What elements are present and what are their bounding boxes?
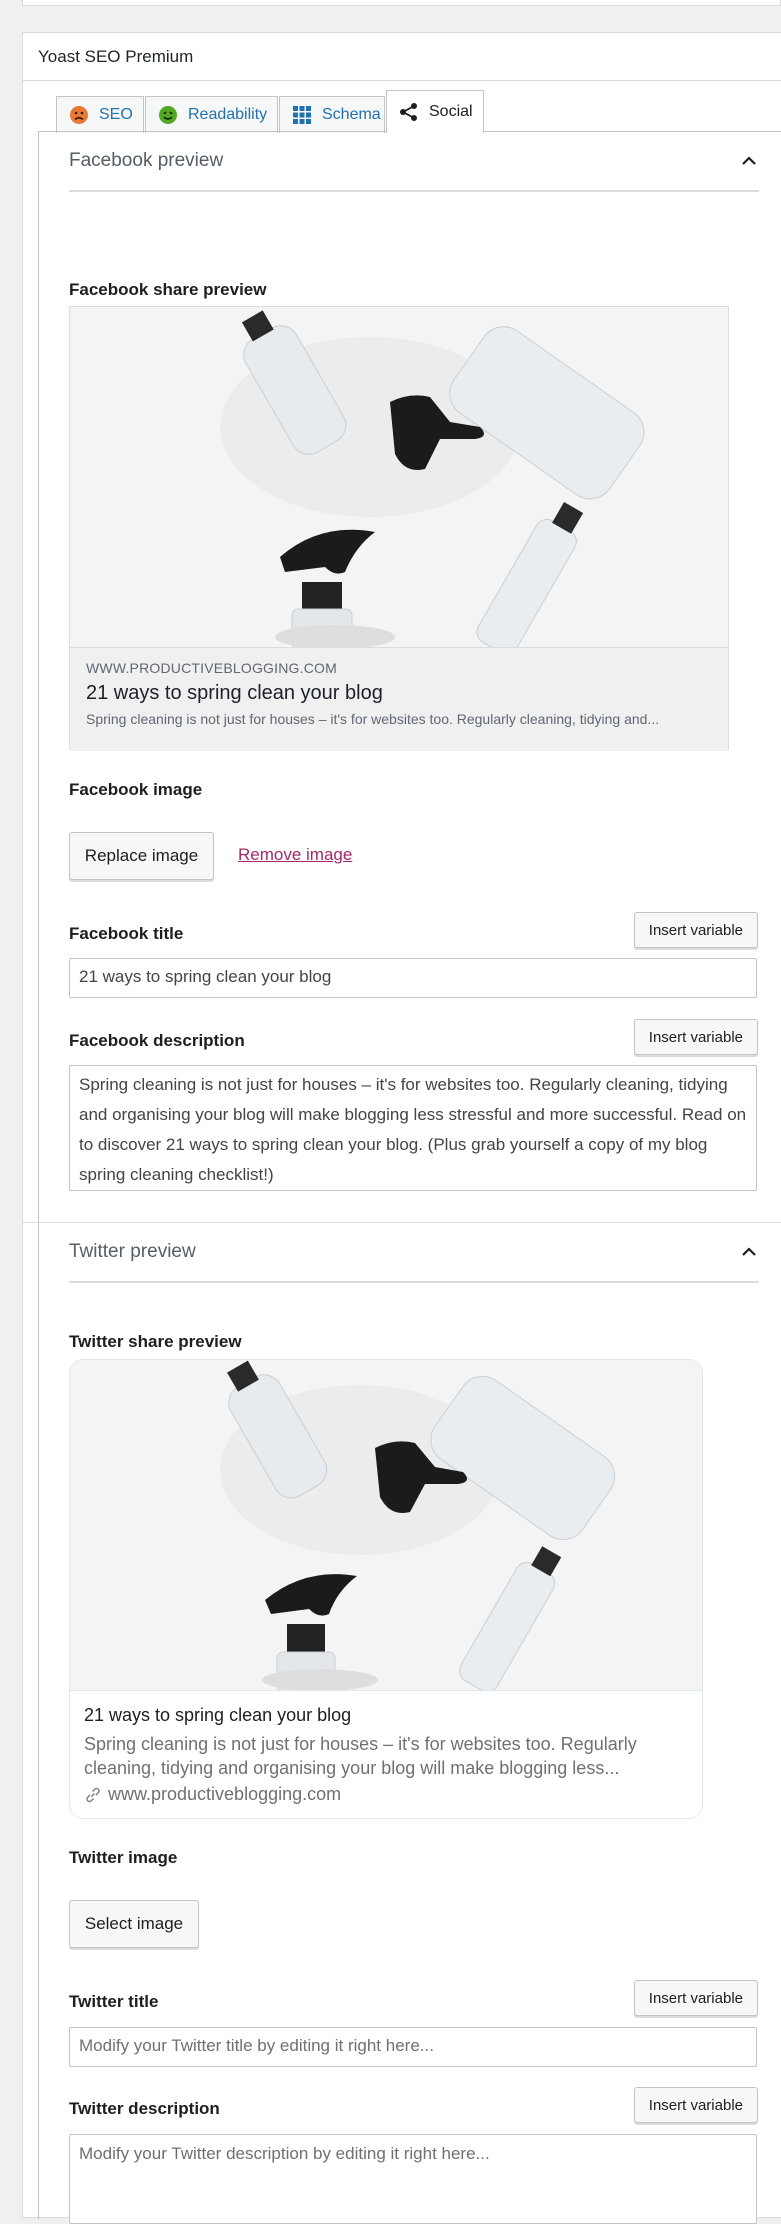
facebook-card-meta: WWW.PRODUCTIVEBLOGGING.COM 21 ways to sp… — [70, 647, 728, 751]
twitter-card-title: 21 ways to spring clean your blog — [84, 1705, 352, 1725]
chevron-up-icon[interactable] — [739, 1242, 759, 1262]
twitter-title-insert-variable-button[interactable]: Insert variable — [633, 1980, 758, 2016]
grid-icon — [292, 105, 312, 125]
sad-face-icon — [69, 105, 89, 125]
facebook-preview-image — [70, 307, 728, 647]
facebook-preview-title: Facebook preview — [69, 150, 224, 171]
smiley-face-icon — [158, 105, 178, 125]
replace-image-button[interactable]: Replace image — [69, 832, 214, 880]
share-icon — [399, 102, 419, 122]
link-icon — [84, 1786, 102, 1804]
twitter-description-insert-variable-button[interactable]: Insert variable — [633, 2087, 758, 2123]
facebook-share-card: WWW.PRODUCTIVEBLOGGING.COM 21 ways to sp… — [69, 306, 729, 751]
select-image-button[interactable]: Select image — [69, 1900, 199, 1948]
facebook-description-textarea[interactable]: Spring cleaning is not just for houses –… — [69, 1065, 757, 1191]
twitter-description-label: Twitter description — [69, 2099, 220, 2118]
facebook-description-label: Facebook description — [69, 1031, 245, 1050]
tab-readability[interactable]: Readability — [145, 96, 278, 133]
chevron-up-icon[interactable] — [739, 151, 759, 171]
twitter-preview-header[interactable]: Twitter preview — [69, 1223, 759, 1283]
twitter-share-preview-label: Twitter share preview — [69, 1332, 242, 1351]
facebook-title-input[interactable]: 21 ways to spring clean your blog — [69, 958, 757, 998]
yoast-metabox: Yoast SEO Premium SEO Readability Schema… — [22, 32, 781, 2224]
twitter-preview-title: Twitter preview — [69, 1241, 196, 1262]
tab-social[interactable]: Social — [386, 90, 484, 133]
twitter-card-meta: 21 ways to spring clean your blog Spring… — [70, 1691, 702, 1818]
facebook-title-insert-variable-button[interactable]: Insert variable — [633, 912, 758, 948]
metabox-title: Yoast SEO Premium — [23, 33, 781, 81]
facebook-image-label: Facebook image — [69, 780, 203, 799]
previous-metabox-edge — [22, 0, 781, 6]
twitter-card-domain-row: www.productiveblogging.com — [84, 1784, 688, 1805]
twitter-title-input[interactable]: Modify your Twitter title by editing it … — [69, 2027, 757, 2067]
tab-social-label: Social — [429, 103, 473, 120]
tab-readability-label: Readability — [188, 106, 268, 123]
twitter-preview-image — [70, 1360, 702, 1691]
facebook-title-label: Facebook title — [69, 924, 184, 943]
twitter-card-domain: www.productiveblogging.com — [108, 1784, 342, 1804]
remove-image-link[interactable]: Remove image — [238, 845, 352, 865]
facebook-preview-header[interactable]: Facebook preview — [69, 132, 759, 192]
twitter-description-textarea[interactable]: Modify your Twitter description by editi… — [69, 2134, 757, 2224]
tab-schema[interactable]: Schema — [279, 96, 385, 133]
social-panel: Facebook preview Facebook share preview — [23, 132, 781, 2224]
facebook-card-title: 21 ways to spring clean your blog — [86, 682, 383, 704]
twitter-card-description: Spring cleaning is not just for houses –… — [84, 1734, 637, 1778]
facebook-card-description: Spring cleaning is not just for houses –… — [86, 711, 660, 727]
facebook-description-insert-variable-button[interactable]: Insert variable — [633, 1019, 758, 1055]
metabox-tabs: SEO Readability Schema Social — [56, 90, 485, 133]
tab-schema-label: Schema — [322, 106, 381, 123]
tab-seo[interactable]: SEO — [56, 96, 144, 133]
tab-seo-label: SEO — [99, 106, 133, 123]
twitter-title-label: Twitter title — [69, 1992, 159, 2011]
twitter-image-label: Twitter image — [69, 1848, 178, 1867]
twitter-share-card: 21 ways to spring clean your blog Spring… — [69, 1359, 703, 1819]
facebook-card-domain: WWW.PRODUCTIVEBLOGGING.COM — [86, 660, 337, 676]
facebook-share-preview-label: Facebook share preview — [69, 280, 267, 299]
